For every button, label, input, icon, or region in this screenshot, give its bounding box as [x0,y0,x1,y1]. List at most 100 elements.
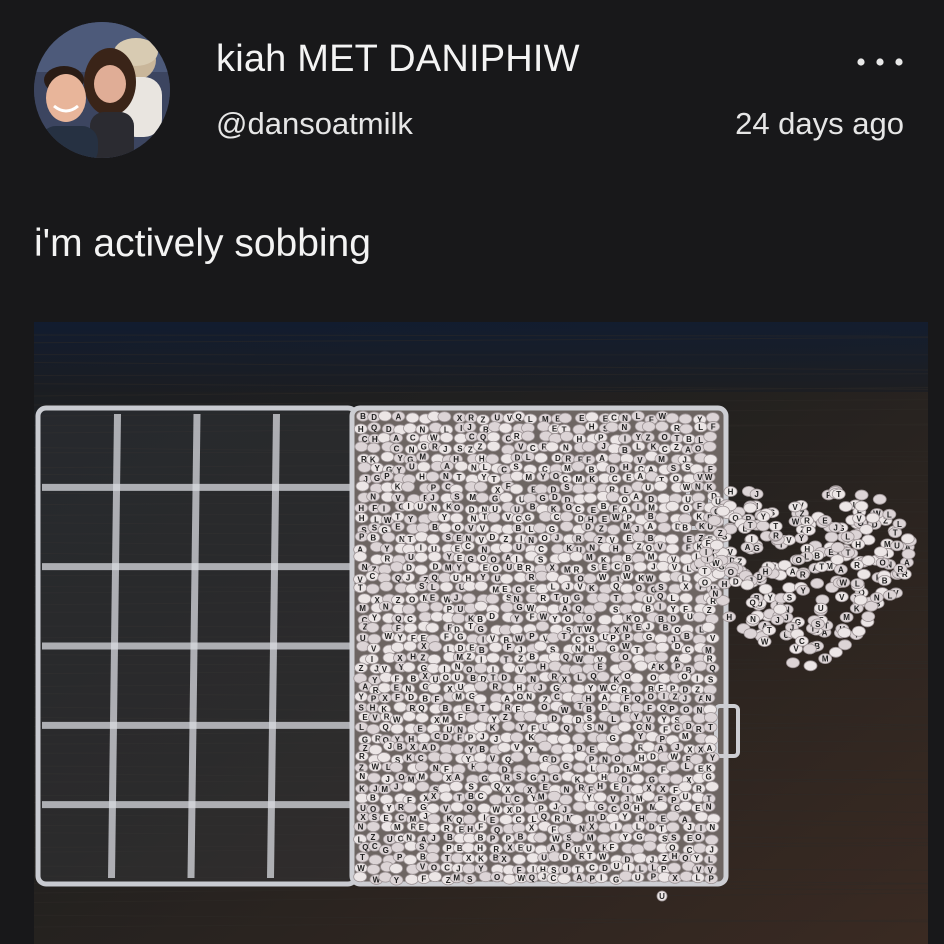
svg-text:Z: Z [662,854,667,863]
svg-text:E: E [490,816,496,825]
letter-bead: V [438,803,453,814]
svg-text:L: L [855,580,860,589]
letter-bead [665,500,680,512]
more-options-button[interactable] [844,44,904,80]
svg-text:G: G [574,594,580,603]
letter-bead: W [512,632,526,644]
svg-text:K: K [707,483,713,492]
letter-bead [709,539,724,551]
letter-bead [499,492,513,503]
svg-text:W: W [683,483,691,492]
svg-text:Z: Z [718,529,723,538]
letter-bead [474,761,488,773]
letter-bead: N [585,541,600,553]
svg-text:P: P [651,873,657,882]
svg-text:M: M [822,655,829,664]
svg-text:X: X [501,855,507,864]
letter-bead: R [769,529,783,541]
svg-text:U: U [614,862,620,871]
letter-bead [389,561,404,573]
letter-bead [498,422,513,434]
letter-bead: S [585,633,599,645]
svg-text:D: D [469,505,475,514]
letter-bead: I [618,433,632,445]
svg-text:N: N [383,602,389,611]
svg-text:R: R [800,571,806,580]
letter-bead: A [391,411,406,422]
letter-bead [485,593,500,605]
svg-text:F: F [396,624,401,633]
svg-text:O: O [454,504,460,513]
letter-bead: D [485,531,500,543]
svg-text:C: C [369,572,375,581]
svg-text:K: K [658,663,664,672]
letter-bead: E [389,681,404,693]
svg-text:N: N [874,594,880,603]
letter-bead: S [582,712,597,724]
letter-bead: K [355,783,369,794]
svg-text:C: C [612,475,618,484]
svg-text:G: G [525,513,531,522]
avatar[interactable] [34,22,170,158]
letter-bead [473,693,487,705]
letter-bead [629,672,644,684]
svg-text:U: U [516,543,522,552]
letter-bead [366,442,381,454]
letter-bead: S [654,581,668,593]
letter-bead: U [609,860,624,872]
svg-text:U: U [646,595,652,604]
letter-bead [402,710,417,722]
letter-bead: R [488,680,503,692]
svg-text:L: L [636,822,641,831]
post-image[interactable]: BDAXRZUVQLMEEECNLFWYHQDNLIJBETHSNRLFCHAC… [34,322,928,944]
svg-text:V: V [839,593,845,602]
letter-bead: S [782,592,797,603]
letter-bead: I [631,501,645,513]
svg-text:D: D [489,533,495,542]
letter-bead [365,583,380,595]
svg-text:N: N [563,444,569,453]
svg-text:T: T [836,490,841,499]
letter-bead: O [679,502,694,514]
display-name[interactable]: kiah MET DANIPHIW [216,38,580,81]
letter-bead: N [415,423,430,435]
letter-bead: V [509,741,524,753]
letter-bead [545,721,560,733]
letter-bead [416,732,431,744]
svg-text:S: S [591,563,597,572]
svg-text:T: T [554,593,559,602]
timestamp: 24 days ago [735,106,904,141]
letter-bead: Z [416,651,430,663]
svg-text:B: B [479,646,485,655]
letter-bead: O [560,613,575,625]
svg-text:Q: Q [516,412,522,421]
letter-bead: O [618,651,633,663]
svg-text:S: S [589,635,595,644]
svg-text:T: T [846,549,851,558]
letter-bead [618,661,632,672]
letter-bead [389,863,403,874]
letter-bead: S [811,618,825,630]
svg-text:G: G [553,774,559,783]
letter-bead [559,430,574,442]
letter-bead: Y [618,810,632,822]
letter-bead: Q [653,590,668,602]
letter-bead: Y [756,511,771,522]
letter-bead: L [840,531,855,543]
letter-bead: B [418,692,433,704]
svg-text:E: E [419,823,425,832]
letter-bead [655,512,669,524]
letter-bead: J [426,832,441,844]
svg-text:M: M [843,613,850,622]
letter-bead: U [450,671,465,683]
svg-text:R: R [540,594,546,603]
letter-bead [414,531,429,543]
letter-bead [571,460,586,472]
svg-text:Y: Y [442,513,448,522]
letter-bead: E [593,661,607,673]
svg-text:J: J [542,872,546,881]
user-handle[interactable]: @dansoatmilk [216,106,413,142]
svg-text:O: O [624,672,630,681]
svg-text:P: P [660,735,666,744]
letter-bead [810,578,825,589]
